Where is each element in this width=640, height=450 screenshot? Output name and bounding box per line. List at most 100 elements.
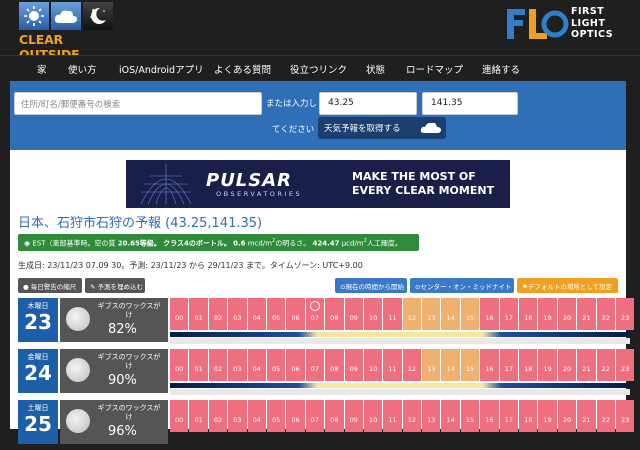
hour-cell[interactable]: 01 <box>189 298 208 330</box>
hour-cell[interactable]: 21 <box>577 349 596 381</box>
nav-contact[interactable]: 連絡する <box>482 62 520 76</box>
hour-cell[interactable]: 05 <box>266 298 286 330</box>
hour-cell[interactable]: 00 <box>170 298 189 330</box>
nav-how-to[interactable]: 使い方 <box>68 62 97 76</box>
nav-apps[interactable]: iOS/Androidアプリ <box>119 62 204 76</box>
hour-cell[interactable]: 08 <box>325 349 344 381</box>
pulsar-ad-banner[interactable]: PULSAR OBSERVATORIES MAKE THE MOST OF EV… <box>126 160 510 208</box>
hour-cell[interactable]: 21 <box>577 400 596 432</box>
longitude-input[interactable]: 141.35 <box>422 92 518 115</box>
hour-cell[interactable]: 20 <box>557 400 577 432</box>
hour-cell[interactable]: 14 <box>441 349 460 381</box>
hour-cell[interactable]: 02 <box>208 298 228 330</box>
hour-cell[interactable]: 00 <box>170 349 189 381</box>
hour-cell[interactable]: 07 <box>305 298 325 330</box>
first-light-optics-logo[interactable]: FIRST LIGHT OPTICS <box>505 5 630 45</box>
center-midnight-label: センター・オン・ミッドナイト <box>420 283 512 291</box>
hour-cell[interactable]: 15 <box>460 400 480 432</box>
hour-cell[interactable]: 06 <box>286 349 305 381</box>
hour-cell[interactable]: 16 <box>480 298 499 330</box>
hour-cell[interactable]: 17 <box>499 400 519 432</box>
embed-button[interactable]: ✎ 予測を埋め込む <box>85 278 145 293</box>
hour-cell[interactable]: 03 <box>228 349 247 381</box>
hour-cell[interactable]: 05 <box>266 349 286 381</box>
hour-cell[interactable]: 16 <box>480 400 499 432</box>
hour-cell[interactable]: 12 <box>402 298 422 330</box>
hour-cell[interactable]: 21 <box>577 298 596 330</box>
hour-cell[interactable]: 15 <box>460 349 480 381</box>
hour-cell[interactable]: 09 <box>344 400 363 432</box>
hour-cell[interactable]: 03 <box>228 298 247 330</box>
hour-cell[interactable]: 08 <box>325 298 344 330</box>
hour-cell[interactable]: 10 <box>363 298 383 330</box>
hour-cell[interactable]: 01 <box>189 349 208 381</box>
day-date-box[interactable]: 金曜日 24 <box>18 349 58 393</box>
hour-cell[interactable]: 22 <box>596 349 615 381</box>
nav-links[interactable]: 役立つリンク <box>290 62 347 76</box>
summary-button[interactable]: ● 毎日警告の縮尺 <box>18 278 82 293</box>
hour-cell[interactable]: 02 <box>208 400 228 432</box>
nav-status[interactable]: 状態 <box>366 62 385 76</box>
nav-roadmap[interactable]: ロードマップ <box>406 62 463 76</box>
hour-cell[interactable]: 23 <box>615 298 635 330</box>
hour-cell[interactable]: 06 <box>286 400 305 432</box>
hour-cell[interactable]: 23 <box>615 349 635 381</box>
nav-home[interactable]: 家 <box>37 62 47 76</box>
moon-info: ギブスのワックスがけ 96% <box>60 400 168 444</box>
hour-cell[interactable]: 18 <box>519 400 538 432</box>
set-default-button[interactable]: ⚑デフォルトの場所として設定 <box>517 278 618 293</box>
start-now-button[interactable]: ⊙現在の時間から開始 <box>335 278 407 293</box>
hour-cell[interactable]: 04 <box>247 298 266 330</box>
hour-cell[interactable]: 14 <box>441 400 460 432</box>
hour-cell[interactable]: 07 <box>305 349 325 381</box>
center-midnight-button[interactable]: ⊙センター・オン・ミッドナイト <box>410 278 514 293</box>
hour-cell[interactable]: 18 <box>519 349 538 381</box>
address-search-input[interactable]: 住所/町名/郵便番号の検索 <box>14 92 262 115</box>
hour-cell[interactable]: 01 <box>189 400 208 432</box>
hour-cell[interactable]: 16 <box>480 349 499 381</box>
hour-cell[interactable]: 11 <box>383 400 402 432</box>
hour-cell[interactable]: 05 <box>266 400 286 432</box>
hour-cell[interactable]: 23 <box>615 400 635 432</box>
get-forecast-button[interactable]: 天気予報を取得する <box>318 117 446 139</box>
top-bar: CLEAR OUTSIDE FIRST LIGHT OPTICS <box>0 0 640 62</box>
hour-cell[interactable]: 15 <box>460 298 480 330</box>
hour-cell[interactable]: 12 <box>402 400 422 432</box>
hour-label: 15 <box>465 314 475 322</box>
hour-cell[interactable]: 04 <box>247 349 266 381</box>
nav-faq[interactable]: よくある質問 <box>214 62 271 76</box>
day-date-box[interactable]: 土曜日 25 <box>18 400 58 444</box>
hour-cell[interactable]: 20 <box>557 349 577 381</box>
hour-cell[interactable]: 07 <box>305 400 325 432</box>
hour-cell[interactable]: 09 <box>344 298 363 330</box>
hour-cell[interactable]: 12 <box>402 349 422 381</box>
hour-cell[interactable]: 20 <box>557 298 577 330</box>
hour-cell[interactable]: 13 <box>422 400 441 432</box>
hour-cell[interactable]: 02 <box>208 349 228 381</box>
clear-outside-logo[interactable]: CLEAR OUTSIDE <box>19 2 115 62</box>
hour-cell[interactable]: 19 <box>538 349 557 381</box>
hour-cell[interactable]: 22 <box>596 400 615 432</box>
hour-cell[interactable]: 14 <box>441 298 460 330</box>
hour-cell[interactable]: 17 <box>499 298 519 330</box>
hour-cell[interactable]: 18 <box>519 298 538 330</box>
hour-cell[interactable]: 04 <box>247 400 266 432</box>
hour-cell[interactable]: 13 <box>422 349 441 381</box>
hour-cell[interactable]: 10 <box>363 400 383 432</box>
hour-cell[interactable]: 11 <box>383 298 402 330</box>
hour-cell[interactable]: 03 <box>228 400 247 432</box>
hour-cell[interactable]: 00 <box>170 400 189 432</box>
hour-cell[interactable]: 11 <box>383 349 402 381</box>
moon-phase-label: ギブスのワックスがけ <box>97 302 161 319</box>
hour-cell[interactable]: 09 <box>344 349 363 381</box>
hour-cell[interactable]: 06 <box>286 298 305 330</box>
hour-cell[interactable]: 22 <box>596 298 615 330</box>
hour-cell[interactable]: 10 <box>363 349 383 381</box>
hour-cell[interactable]: 17 <box>499 349 519 381</box>
hour-cell[interactable]: 19 <box>538 298 557 330</box>
day-date-box[interactable]: 木曜日 23 <box>18 298 58 342</box>
hour-cell[interactable]: 13 <box>422 298 441 330</box>
hour-cell[interactable]: 19 <box>538 400 557 432</box>
hour-cell[interactable]: 08 <box>325 400 344 432</box>
latitude-input[interactable]: 43.25 <box>319 92 417 115</box>
